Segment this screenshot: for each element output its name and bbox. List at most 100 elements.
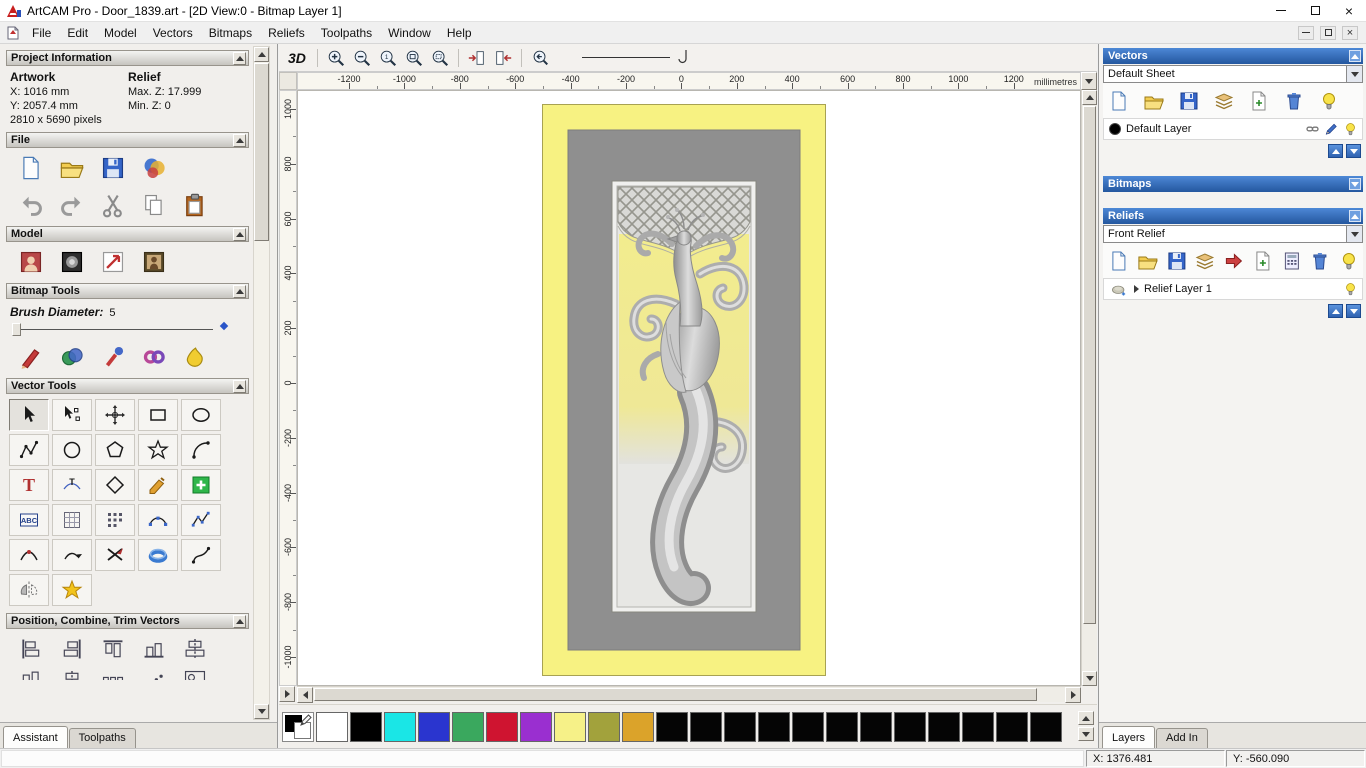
layer-delete-icon[interactable] — [1282, 90, 1306, 112]
palette-swatch-10[interactable] — [656, 712, 688, 742]
relief-transfer-icon[interactable] — [1222, 250, 1246, 272]
collapse-reliefs-button[interactable] — [1349, 210, 1361, 222]
tab-layers[interactable]: Layers — [1102, 726, 1156, 748]
align-v-centre-icon[interactable] — [59, 668, 85, 680]
adjust-model-icon[interactable] — [18, 249, 44, 275]
align-right-icon[interactable] — [59, 636, 85, 662]
mdi-restore-button[interactable] — [1320, 25, 1336, 40]
relief-calculator-icon[interactable] — [1280, 250, 1304, 272]
move-layer-down-button[interactable] — [1346, 304, 1361, 318]
zoom-back-icon[interactable] — [528, 47, 552, 69]
align-top-icon[interactable] — [100, 636, 126, 662]
save-model-icon[interactable] — [100, 155, 126, 181]
layer-merge-icon[interactable] — [1193, 250, 1217, 272]
palette-swatch-13[interactable] — [758, 712, 790, 742]
palette-swatch-16[interactable] — [860, 712, 892, 742]
create-rectangle-icon[interactable] — [138, 399, 178, 431]
snap-to-right-icon[interactable] — [491, 47, 515, 69]
collapse-section-button[interactable] — [233, 614, 246, 628]
palette-swatch-20[interactable] — [996, 712, 1028, 742]
collapse-section-button[interactable] — [233, 227, 246, 241]
snap-to-left-icon[interactable] — [465, 47, 489, 69]
layer-colour-dot[interactable] — [1109, 123, 1121, 135]
paint-icon[interactable] — [18, 344, 44, 370]
palette-swatch-8[interactable] — [588, 712, 620, 742]
offset-vector-icon[interactable] — [138, 469, 178, 501]
trim-vectors-icon[interactable] — [95, 539, 135, 571]
align-left-icon[interactable] — [18, 636, 44, 662]
menu-edit[interactable]: Edit — [59, 23, 96, 43]
pan-right-button[interactable] — [279, 686, 295, 702]
zoom-fit-objects-icon[interactable] — [428, 47, 452, 69]
node-editing-icon[interactable] — [52, 399, 92, 431]
assistant-scrollbar[interactable] — [253, 46, 270, 720]
palette-swatch-21[interactable] — [1030, 712, 1062, 742]
nest-vectors-icon[interactable] — [95, 504, 135, 536]
expand-arrow-icon[interactable] — [1134, 285, 1139, 293]
menu-window[interactable]: Window — [380, 23, 439, 43]
menu-vectors[interactable]: Vectors — [145, 23, 201, 43]
primary-secondary-colour[interactable] — [282, 712, 314, 742]
palette-swatch-9[interactable] — [622, 712, 654, 742]
layer-bulb-icon[interactable] — [1342, 281, 1359, 297]
open-model-icon[interactable] — [59, 155, 85, 181]
redo-icon[interactable] — [59, 192, 85, 218]
create-star-icon[interactable] — [138, 434, 178, 466]
menu-model[interactable]: Model — [96, 23, 145, 43]
zoom-out-icon[interactable] — [350, 47, 374, 69]
canvas-2d-view[interactable] — [297, 90, 1081, 686]
flood-fill-icon[interactable] — [182, 344, 208, 370]
move-layer-up-button[interactable] — [1328, 304, 1343, 318]
menu-reliefs[interactable]: Reliefs — [260, 23, 313, 43]
create-diamond-icon[interactable] — [95, 469, 135, 501]
menu-toolpaths[interactable]: Toolpaths — [313, 23, 380, 43]
3d-view-button[interactable]: 3D — [283, 48, 311, 68]
dot-spacing-icon[interactable] — [141, 668, 167, 680]
cut-icon[interactable] — [100, 192, 126, 218]
scroll-left-button[interactable] — [297, 687, 313, 703]
scroll-down-button[interactable] — [1082, 671, 1097, 686]
relief-select[interactable]: Front Relief — [1103, 225, 1363, 243]
space-evenly-icon[interactable] — [100, 668, 126, 680]
slider-thumb[interactable] — [12, 323, 21, 336]
minimize-button[interactable] — [1264, 0, 1298, 21]
palette-swatch-12[interactable] — [724, 712, 756, 742]
mdi-close-button[interactable]: × — [1342, 25, 1358, 40]
layer-open-icon[interactable] — [1136, 250, 1160, 272]
collapse-vectors-button[interactable] — [1349, 50, 1361, 62]
palette-swatch-5[interactable] — [486, 712, 518, 742]
layer-save-icon[interactable] — [1177, 90, 1201, 112]
scrollbar-thumb[interactable] — [314, 688, 1037, 701]
align-h-centre-icon[interactable] — [18, 668, 44, 680]
dropdown-arrow-button[interactable] — [1346, 66, 1362, 82]
palette-swatch-1[interactable] — [350, 712, 382, 742]
resize-model-icon[interactable] — [100, 249, 126, 275]
create-text-icon[interactable]: T — [9, 469, 49, 501]
palette-swatch-19[interactable] — [962, 712, 994, 742]
tab-add-in[interactable]: Add In — [1156, 728, 1208, 748]
scroll-right-button[interactable] — [1065, 687, 1081, 703]
greyscale-model-icon[interactable] — [59, 249, 85, 275]
zoom-100-icon[interactable]: 1 — [376, 47, 400, 69]
horizontal-scrollbar[interactable] — [297, 686, 1081, 703]
tab-toolpaths[interactable]: Toolpaths — [68, 728, 136, 748]
expand-bitmaps-button[interactable] — [1349, 178, 1361, 190]
create-circle-icon[interactable] — [52, 434, 92, 466]
text-on-curve-icon[interactable]: T — [52, 469, 92, 501]
move-layer-down-button[interactable] — [1346, 144, 1361, 158]
reverse-vector-icon[interactable] — [52, 539, 92, 571]
vertical-scrollbar[interactable] — [1081, 90, 1097, 686]
palette-swatch-0[interactable] — [316, 712, 348, 742]
create-arc-icon[interactable] — [181, 434, 221, 466]
fit-arcs-icon[interactable] — [138, 504, 178, 536]
scrollbar-thumb[interactable] — [1083, 106, 1096, 624]
layer-new-icon[interactable] — [1107, 250, 1131, 272]
fit-curve-icon[interactable] — [181, 539, 221, 571]
zoom-in-icon[interactable] — [324, 47, 348, 69]
align-bottom-icon[interactable] — [141, 636, 167, 662]
palette-swatch-15[interactable] — [826, 712, 858, 742]
brush-diameter-slider[interactable] — [10, 321, 241, 337]
mdi-minimize-button[interactable] — [1298, 25, 1314, 40]
palette-up-button[interactable] — [1078, 711, 1094, 725]
menu-file[interactable]: File — [24, 23, 59, 43]
